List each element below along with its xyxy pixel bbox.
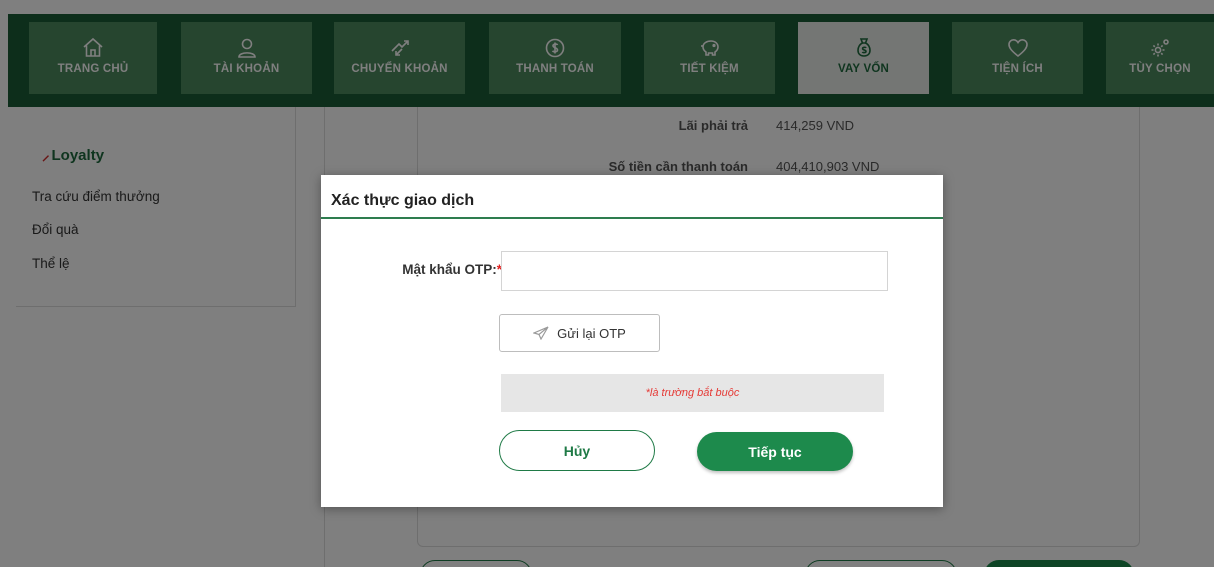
required-note-box: *là trường bắt buộc <box>501 374 884 412</box>
otp-input[interactable] <box>501 251 888 291</box>
continue-button[interactable]: Tiếp tục <box>697 432 853 471</box>
dialog-title: Xác thực giao dịch <box>331 192 475 209</box>
resend-otp-label: Gửi lại OTP <box>557 325 626 341</box>
title-divider <box>321 217 943 219</box>
otp-verification-dialog: Xác thực giao dịch Mật khẩu OTP:* Gửi lạ… <box>321 175 943 507</box>
required-note: *là trường bắt buộc <box>645 387 740 399</box>
cancel-button[interactable]: Hủy <box>499 430 655 471</box>
paper-plane-icon <box>533 326 549 340</box>
otp-label: Mật khẩu OTP:* <box>402 262 502 277</box>
resend-otp-button[interactable]: Gửi lại OTP <box>499 314 660 352</box>
